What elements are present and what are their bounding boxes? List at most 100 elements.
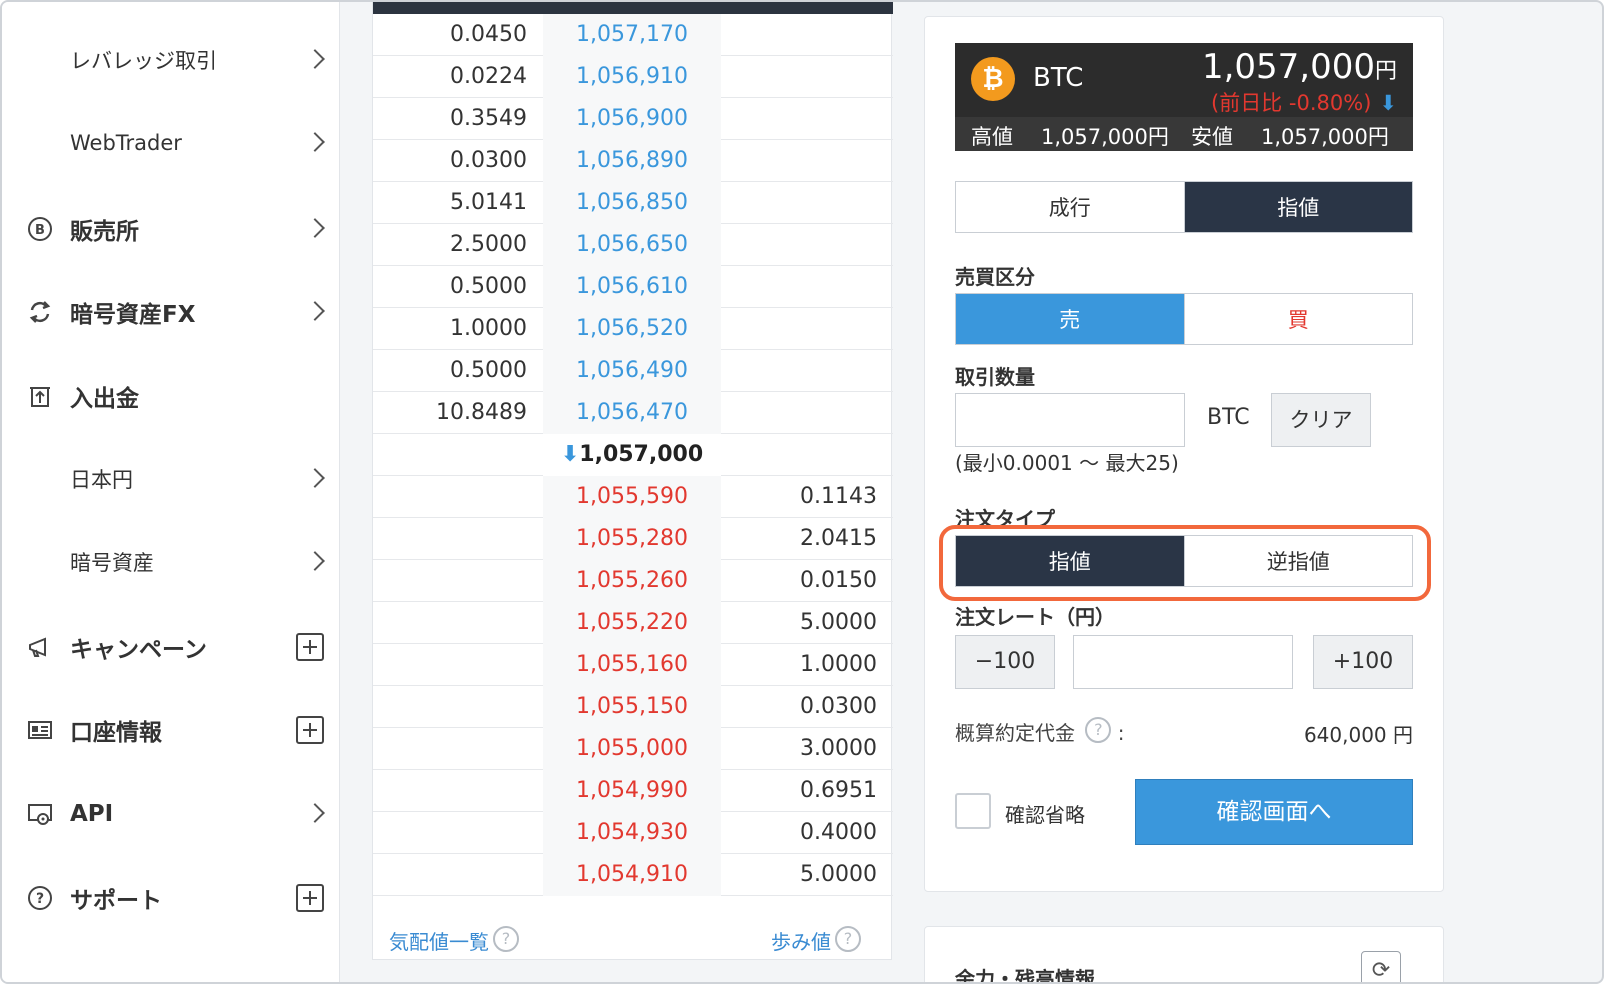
empty-cell: [373, 434, 543, 476]
ask-row[interactable]: 0.0450 1,057,170: [373, 14, 893, 56]
empty-cell: [373, 770, 543, 812]
ask-row[interactable]: 10.8489 1,056,470: [373, 392, 893, 434]
quote-list-label: 気配値一覧: [389, 930, 489, 954]
bid-row[interactable]: 1,055,220 5.0000: [373, 602, 893, 644]
ask-price[interactable]: 1,056,610: [543, 266, 721, 308]
sidebar-item-jpy[interactable]: 日本円: [2, 449, 340, 509]
ask-row[interactable]: 5.0141 1,056,850: [373, 182, 893, 224]
bid-row[interactable]: 1,055,160 1.0000: [373, 644, 893, 686]
bid-row[interactable]: 1,054,930 0.4000: [373, 812, 893, 854]
bid-row[interactable]: 1,055,000 3.0000: [373, 728, 893, 770]
bid-price[interactable]: 1,055,590: [543, 476, 721, 518]
bid-price[interactable]: 1,055,000: [543, 728, 721, 770]
empty-cell: [721, 182, 893, 224]
last-price-value: 1,057,000: [579, 442, 704, 467]
bid-price[interactable]: 1,054,990: [543, 770, 721, 812]
ask-price[interactable]: 1,057,170: [543, 14, 721, 56]
bid-row[interactable]: 1,055,280 2.0415: [373, 518, 893, 560]
ask-row[interactable]: 0.3549 1,056,900: [373, 98, 893, 140]
bid-price[interactable]: 1,055,160: [543, 644, 721, 686]
empty-cell: [373, 602, 543, 644]
chevron-right-icon: [305, 803, 325, 823]
bid-row[interactable]: 1,055,150 0.0300: [373, 686, 893, 728]
buy-option[interactable]: 買: [1183, 294, 1413, 344]
ask-row[interactable]: 0.0224 1,056,910: [373, 56, 893, 98]
ticker-price-value: 1,057,000: [1201, 47, 1375, 87]
bid-price[interactable]: 1,055,280: [543, 518, 721, 560]
sidebar-item-crypto-fx[interactable]: 暗号資産FX: [2, 282, 340, 342]
expand-plus-icon[interactable]: [296, 884, 324, 912]
clear-button[interactable]: クリア: [1271, 393, 1371, 447]
sidebar-item-exchange-office[interactable]: B 販売所: [2, 199, 340, 259]
skip-confirm-checkbox[interactable]: [955, 793, 991, 829]
bid-row[interactable]: 1,054,990 0.6951: [373, 770, 893, 812]
ticker-price-unit: 円: [1374, 59, 1397, 84]
sidebar-item-campaign[interactable]: キャンペーン: [2, 617, 340, 677]
expand-plus-icon[interactable]: [296, 716, 324, 744]
bid-size: 0.0150: [800, 568, 877, 593]
help-icon[interactable]: ?: [835, 926, 861, 952]
help-icon[interactable]: ?: [1085, 717, 1112, 743]
ask-size: 0.0300: [450, 148, 527, 173]
plus-100-button[interactable]: +100: [1313, 635, 1413, 689]
bid-price[interactable]: 1,055,260: [543, 560, 721, 602]
quantity-input[interactable]: [955, 393, 1185, 447]
ask-price[interactable]: 1,056,520: [543, 308, 721, 350]
expand-plus-icon[interactable]: [296, 633, 324, 661]
ask-row[interactable]: 0.5000 1,056,490: [373, 350, 893, 392]
limit-order-option[interactable]: 指値: [1183, 182, 1412, 232]
sell-option[interactable]: 売: [956, 294, 1184, 344]
market-order-option[interactable]: 成行: [956, 182, 1184, 232]
sidebar-item-label: WebTrader: [70, 131, 182, 155]
estimate-colon: :: [1117, 721, 1125, 745]
ask-price[interactable]: 1,056,650: [543, 224, 721, 266]
empty-cell: [373, 476, 543, 518]
ask-price[interactable]: 1,056,890: [543, 140, 721, 182]
confirm-button[interactable]: 確認画面へ: [1135, 779, 1413, 845]
trade-history-link[interactable]: 歩み値?: [771, 926, 861, 955]
ask-size: 0.3549: [450, 106, 527, 131]
bid-price[interactable]: 1,055,220: [543, 602, 721, 644]
ask-price[interactable]: 1,056,490: [543, 350, 721, 392]
exchange-arrows-icon: [26, 298, 54, 326]
bid-size: 5.0000: [800, 862, 877, 887]
ask-price[interactable]: 1,056,850: [543, 182, 721, 224]
empty-cell: [373, 644, 543, 686]
chevron-right-icon: [305, 301, 325, 321]
bid-size: 3.0000: [800, 736, 877, 761]
ask-price[interactable]: 1,056,910: [543, 56, 721, 98]
help-icon[interactable]: ?: [493, 926, 519, 952]
ask-row[interactable]: 1.0000 1,056,520: [373, 308, 893, 350]
sidebar-item-webtrader[interactable]: WebTrader: [2, 113, 340, 173]
bid-price[interactable]: 1,054,910: [543, 854, 721, 896]
minus-100-button[interactable]: −100: [955, 635, 1055, 689]
order-book-header-bar: [373, 2, 893, 14]
sidebar-item-leverage-trading[interactable]: レバレッジ取引: [2, 30, 340, 90]
ask-size: 5.0141: [450, 190, 527, 215]
sidebar-item-crypto-assets[interactable]: 暗号資産: [2, 532, 340, 592]
bid-size: 1.0000: [800, 652, 877, 677]
bid-row[interactable]: 1,054,910 5.0000: [373, 854, 893, 896]
ask-row[interactable]: 2.5000 1,056,650: [373, 224, 893, 266]
bid-row[interactable]: 1,055,260 0.0150: [373, 560, 893, 602]
sidebar-item-support[interactable]: ? サポート: [2, 868, 340, 928]
quote-list-link[interactable]: 気配値一覧?: [389, 926, 519, 955]
ask-row[interactable]: 0.0300 1,056,890: [373, 140, 893, 182]
rate-input[interactable]: [1073, 635, 1293, 689]
bid-row[interactable]: 1,055,590 0.1143: [373, 476, 893, 518]
sidebar-item-label: 暗号資産FX: [70, 302, 196, 328]
app-window: レバレッジ取引 WebTrader B 販売所 暗号資産FX 入出金 日本円 暗…: [0, 0, 1604, 984]
sidebar-item-deposit-withdraw[interactable]: 入出金: [2, 366, 340, 426]
refresh-icon[interactable]: ⟳: [1361, 951, 1401, 982]
deposit-withdraw-icon: [26, 382, 54, 410]
ask-price[interactable]: 1,056,470: [543, 392, 721, 434]
sidebar-item-api[interactable]: API: [2, 784, 340, 844]
bid-price[interactable]: 1,054,930: [543, 812, 721, 854]
sidebar-item-account-info[interactable]: 口座情報: [2, 700, 340, 760]
ask-row[interactable]: 0.5000 1,056,610: [373, 266, 893, 308]
bid-price[interactable]: 1,055,150: [543, 686, 721, 728]
ask-size: 1.0000: [450, 316, 527, 341]
chevron-right-icon: [305, 551, 325, 571]
ask-price[interactable]: 1,056,900: [543, 98, 721, 140]
ask-size: 0.5000: [450, 358, 527, 383]
